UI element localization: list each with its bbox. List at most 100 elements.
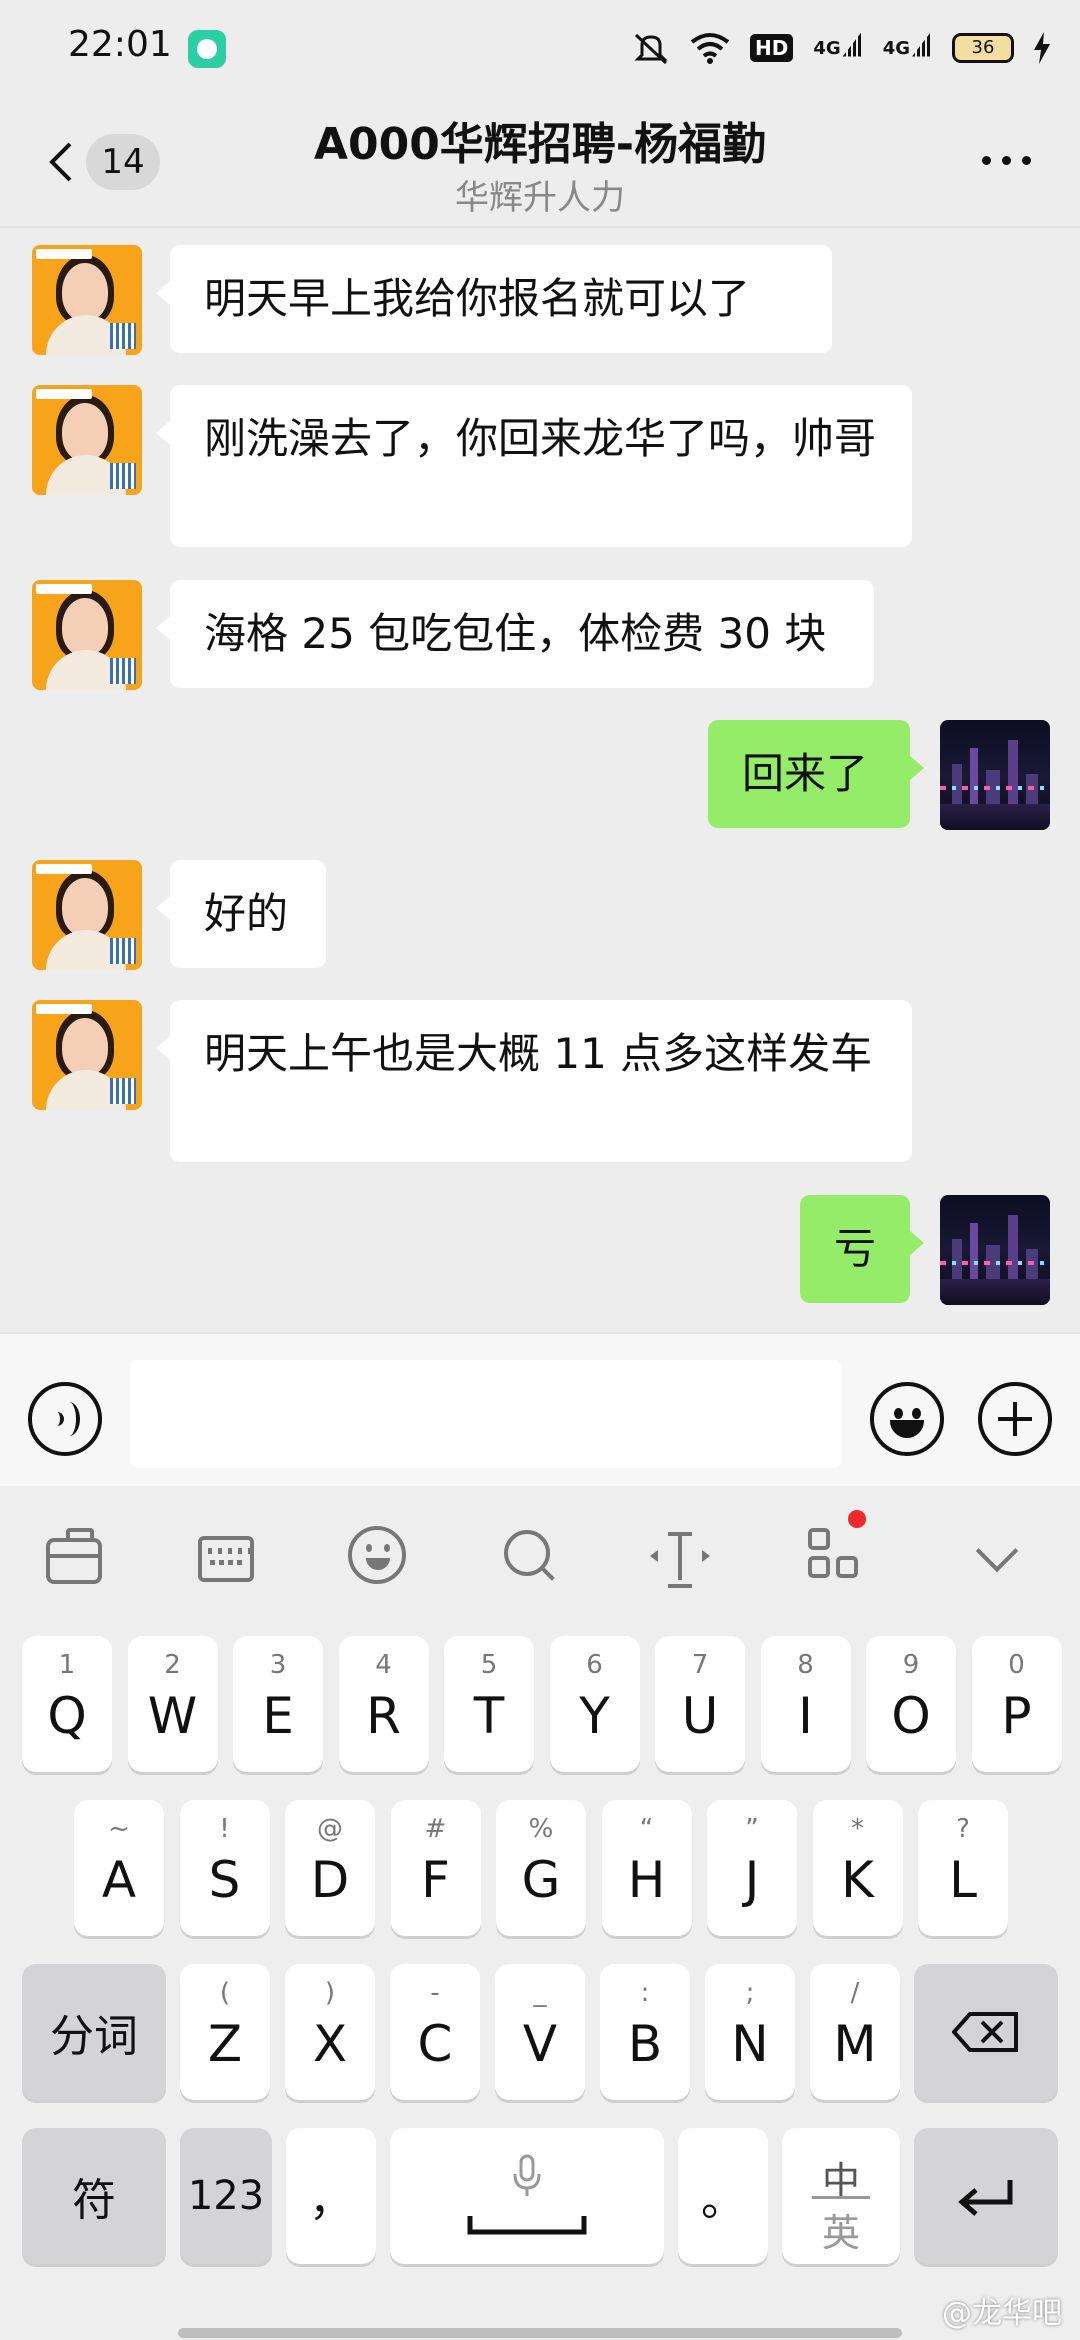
backspace-key[interactable] (914, 1964, 1058, 2100)
numeric-key[interactable]: 123 (180, 2128, 272, 2264)
key-secondary-label: “ (639, 1814, 654, 1844)
message-bubble[interactable]: 好的 (156, 860, 326, 968)
key-secondary-label: ~ (108, 1814, 130, 1844)
symbol-key[interactable]: 符 (22, 2128, 166, 2264)
key-b[interactable]: :B (600, 1964, 690, 2100)
key-secondary-label: ) (324, 1978, 336, 2008)
network-type: 4G (813, 37, 841, 59)
recruiter-avatar[interactable] (32, 1000, 142, 1110)
more-icon[interactable] (982, 156, 1032, 168)
enter-key[interactable] (914, 2128, 1058, 2264)
key-secondary-label: 6 (586, 1650, 603, 1680)
language-switch-key[interactable]: 中 英 (782, 2128, 900, 2264)
key-m[interactable]: / M (810, 1964, 900, 2100)
message-bubble[interactable]: 回来了 (708, 720, 924, 828)
key-j[interactable]: ” J (707, 1800, 797, 1936)
self-avatar[interactable] (940, 720, 1050, 830)
key-secondary-label: / (850, 1978, 860, 2008)
key-primary-label: C (417, 2015, 453, 2073)
chevron-down-icon[interactable] (968, 1526, 1028, 1586)
key-h[interactable]: “H (601, 1800, 692, 1936)
self-avatar[interactable] (940, 1195, 1050, 1305)
key-d[interactable]: @ D (285, 1800, 375, 1936)
lang-bottom-label: 英 (821, 2211, 860, 2255)
key-f[interactable]: # F (390, 1800, 481, 1936)
key-primary-label: W (147, 1687, 198, 1745)
key-primary-label: O (891, 1687, 931, 1745)
message-bubble[interactable]: 刚洗澡去了，你回来龙华了吗，帅哥 (156, 385, 912, 547)
key-primary-label: K (841, 1851, 874, 1909)
key-t[interactable]: 5T (444, 1636, 534, 1772)
message-input[interactable] (130, 1360, 842, 1468)
symbol-key-label: 符 (72, 2175, 116, 2226)
keyboard: 1Q2W3E4R5T6Y7U8I9O0P ~ A! S @ D # F% G “H” J * K? L … (0, 1486, 1080, 2340)
recruiter-avatar[interactable] (32, 245, 142, 355)
key-c[interactable]: -C (390, 1964, 480, 2100)
voice-icon[interactable] (28, 1382, 102, 1456)
briefcase-icon[interactable] (46, 1528, 102, 1584)
message-bubble[interactable]: 海格 25 包吃包住，体检费 30 块 (156, 580, 874, 688)
mute-bell-icon (634, 33, 668, 65)
comma-key[interactable]: ， (286, 2128, 376, 2264)
key-w[interactable]: 2W (127, 1636, 218, 1772)
key-primary-label: G (521, 1851, 561, 1909)
key-primary-label: I (798, 1687, 813, 1745)
chat-header: 14 A000华辉招聘-杨福勤 华辉升人力 (0, 100, 1080, 228)
space-key[interactable] (390, 2128, 664, 2264)
key-secondary-label: 9 (902, 1650, 920, 1680)
emoji-icon[interactable] (870, 1382, 944, 1456)
key-i[interactable]: 8I (760, 1636, 851, 1772)
key-g[interactable]: % G (496, 1800, 586, 1936)
key-secondary-label: : (640, 1978, 650, 2008)
key-p[interactable]: 0P (971, 1636, 1062, 1772)
recruiter-avatar[interactable] (32, 860, 142, 970)
key-e[interactable]: 3E (233, 1636, 323, 1772)
recruiter-avatar[interactable] (32, 385, 142, 495)
key-primary-label: N (731, 2015, 769, 2073)
face-icon[interactable] (348, 1526, 406, 1584)
key-v[interactable]: _ V (495, 1964, 585, 2100)
battery-icon: 36 (952, 33, 1014, 63)
key-u[interactable]: 7U (655, 1636, 745, 1772)
recruiter-avatar[interactable] (32, 580, 142, 690)
key-primary-label: X (312, 2015, 348, 2073)
key-secondary-label: 4 (375, 1650, 392, 1680)
apps-icon[interactable] (806, 1510, 866, 1586)
key-secondary-label: 5 (480, 1650, 498, 1680)
plus-icon[interactable] (978, 1382, 1052, 1456)
key-o[interactable]: 9O (866, 1636, 956, 1772)
segment-key[interactable]: 分词 (22, 1964, 166, 2100)
key-s[interactable]: ! S (179, 1800, 270, 1936)
cursor-icon[interactable] (650, 1526, 710, 1588)
key-a[interactable]: ~ A (74, 1800, 164, 1936)
key-secondary-label: % (528, 1814, 554, 1844)
wifi-icon (690, 33, 730, 64)
mic-icon (513, 2154, 541, 2196)
charging-icon (1034, 32, 1050, 64)
key-l[interactable]: ? L (918, 1800, 1008, 1936)
key-k[interactable]: * K (812, 1800, 903, 1936)
message-bubble[interactable]: 明天早上我给你报名就可以了 (156, 245, 832, 353)
message-list: 明天早上我给你报名就可以了 刚洗澡去了，你回来龙华了吗，帅哥 海格 25 包吃包… (0, 230, 1080, 1330)
key-secondary-label: ! (219, 1814, 230, 1844)
keyboard-toolbar (0, 1486, 1080, 1616)
key-primary-label: T (473, 1687, 505, 1745)
key-secondary-label: 1 (58, 1650, 76, 1680)
home-indicator[interactable] (178, 2328, 902, 2338)
key-primary-label: H (627, 1851, 666, 1909)
key-x[interactable]: ) X (285, 1964, 375, 2100)
header-divider (0, 226, 1080, 228)
hd-voice-badge: HD (750, 34, 794, 62)
key-y[interactable]: 6Y (549, 1636, 640, 1772)
key-secondary-label: ? (956, 1814, 970, 1844)
message-bubble[interactable]: 明天上午也是大概 11 点多这样发车 (156, 1000, 912, 1162)
key-primary-label: R (366, 1687, 401, 1745)
key-r[interactable]: 4R (338, 1636, 429, 1772)
key-q[interactable]: 1Q (22, 1636, 112, 1772)
period-key[interactable]: 。 (678, 2128, 768, 2264)
key-n[interactable]: ; N (705, 1964, 795, 2100)
search-icon[interactable] (500, 1526, 560, 1586)
message-bubble[interactable]: 亏 (800, 1195, 924, 1303)
keyboard-icon[interactable] (198, 1536, 254, 1582)
key-z[interactable]: (Z (180, 1964, 270, 2100)
